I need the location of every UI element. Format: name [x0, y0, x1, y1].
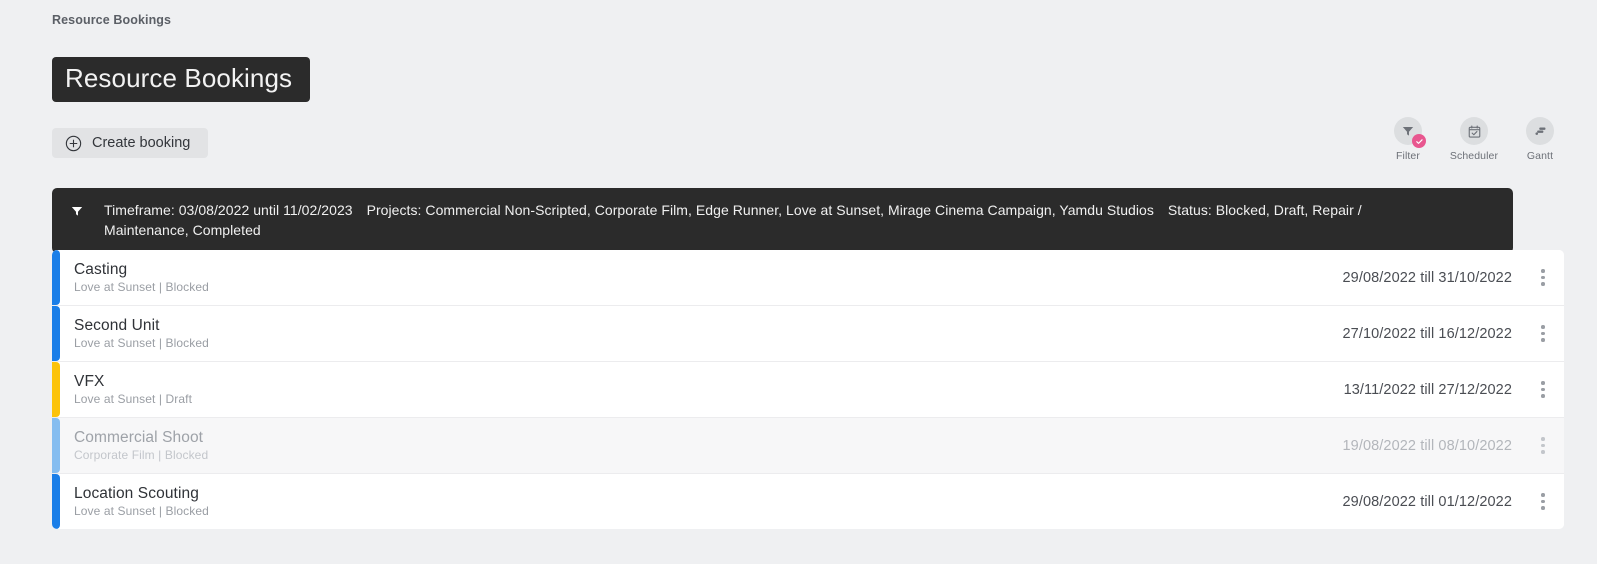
row-status-accent [52, 418, 60, 473]
table-row[interactable]: VFX Love at Sunset | Draft 13/11/2022 ti… [52, 362, 1564, 418]
calendar-check-icon [1468, 124, 1480, 138]
gantt-icon-circle [1526, 117, 1554, 145]
row-status-accent [52, 250, 60, 305]
table-row[interactable]: Location Scouting Love at Sunset | Block… [52, 474, 1564, 529]
bookings-list: Casting Love at Sunset | Blocked 29/08/2… [52, 250, 1564, 529]
view-actions: Filter Scheduler Gantt [1384, 117, 1564, 162]
filter-icon-circle [1394, 117, 1426, 148]
filter-action-label: Filter [1396, 150, 1420, 162]
row-menu-button[interactable] [1530, 269, 1556, 286]
table-row[interactable]: Second Unit Love at Sunset | Blocked 27/… [52, 306, 1564, 362]
gantt-action-label: Gantt [1526, 150, 1554, 162]
row-info: Commercial Shoot Corporate Film | Blocke… [52, 429, 1343, 462]
filter-summary-bar[interactable]: Timeframe: 03/08/2022 until 11/02/2023 P… [52, 188, 1513, 253]
filter-action[interactable]: Filter [1384, 117, 1432, 162]
gantt-bars-icon [1534, 126, 1545, 135]
scheduler-action[interactable]: Scheduler [1450, 117, 1498, 162]
booking-title: Second Unit [74, 316, 160, 334]
filter-summary-icon [70, 200, 104, 223]
check-badge [1412, 134, 1426, 148]
booking-title: Location Scouting [74, 484, 199, 502]
row-info: Location Scouting Love at Sunset | Block… [52, 485, 1343, 518]
booking-subtitle: Love at Sunset | Draft [74, 391, 193, 406]
row-status-accent [52, 362, 60, 417]
table-row[interactable]: Commercial Shoot Corporate Film | Blocke… [52, 418, 1564, 474]
plus-circle-icon [65, 135, 82, 152]
row-status-accent [52, 306, 60, 361]
scheduler-icon-circle [1460, 117, 1488, 145]
row-info: Casting Love at Sunset | Blocked [52, 261, 1343, 294]
funnel-icon [71, 206, 83, 216]
booking-subtitle: Corporate Film | Blocked [74, 447, 209, 462]
booking-title: Casting [74, 260, 128, 278]
row-info: Second Unit Love at Sunset | Blocked [52, 317, 1343, 350]
row-menu-button[interactable] [1530, 493, 1556, 510]
booking-title: VFX [74, 372, 105, 390]
create-booking-button[interactable]: Create booking [52, 128, 209, 158]
filter-projects: Projects: Commercial Non-Scripted, Corpo… [366, 202, 1154, 218]
row-info: VFX Love at Sunset | Draft [52, 373, 1344, 406]
scheduler-action-label: Scheduler [1449, 150, 1499, 162]
row-menu-button[interactable] [1530, 437, 1556, 454]
booking-subtitle: Love at Sunset | Blocked [74, 279, 209, 294]
row-status-accent [52, 474, 60, 529]
table-row[interactable]: Casting Love at Sunset | Blocked 29/08/2… [52, 250, 1564, 306]
create-booking-label: Create booking [92, 135, 191, 151]
booking-dates: 29/08/2022 till 31/10/2022 [1342, 269, 1512, 286]
booking-dates: 19/08/2022 till 08/10/2022 [1342, 437, 1512, 454]
breadcrumb[interactable]: Resource Bookings [52, 13, 171, 27]
booking-subtitle: Love at Sunset | Blocked [74, 335, 209, 350]
page-title: Resource Bookings [52, 57, 311, 103]
row-menu-button[interactable] [1530, 381, 1556, 398]
booking-dates: 29/08/2022 till 01/12/2022 [1342, 493, 1512, 510]
booking-dates: 27/10/2022 till 16/12/2022 [1342, 325, 1512, 342]
row-menu-button[interactable] [1530, 325, 1556, 342]
filter-summary-text: Timeframe: 03/08/2022 until 11/02/2023 P… [104, 200, 1449, 241]
booking-title: Commercial Shoot [74, 428, 204, 446]
gantt-action[interactable]: Gantt [1516, 117, 1564, 162]
filter-timeframe: Timeframe: 03/08/2022 until 11/02/2023 [104, 202, 353, 218]
booking-subtitle: Love at Sunset | Blocked [74, 503, 209, 518]
booking-dates: 13/11/2022 till 27/12/2022 [1343, 381, 1512, 398]
